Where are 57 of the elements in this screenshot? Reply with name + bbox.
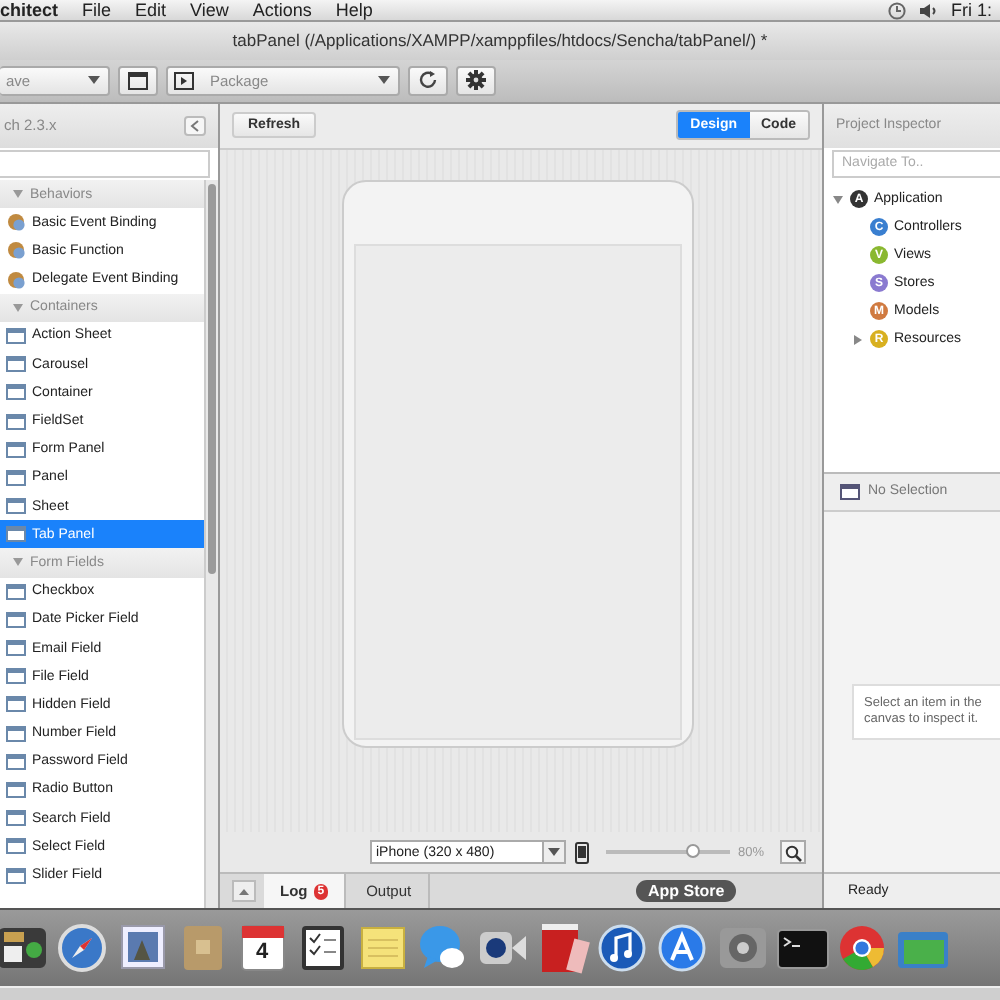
widget-icon bbox=[6, 439, 26, 460]
calendar-icon[interactable]: 4 bbox=[235, 920, 289, 977]
window-icon bbox=[128, 71, 148, 90]
disclosure-triangle-icon bbox=[12, 556, 24, 569]
clock-text: Fri 1: bbox=[950, 0, 992, 20]
slider-thumb[interactable] bbox=[686, 844, 701, 859]
widget-icon bbox=[6, 723, 26, 744]
zoom-slider[interactable] bbox=[606, 850, 730, 855]
menu-item[interactable]: Help bbox=[335, 0, 373, 20]
zoom-fit-button[interactable] bbox=[780, 840, 807, 865]
tooltip: App Store bbox=[636, 880, 737, 903]
magnifier-icon bbox=[784, 843, 803, 862]
refresh-icon bbox=[418, 70, 438, 91]
widget-icon bbox=[6, 666, 26, 687]
widget-icon bbox=[6, 524, 26, 545]
window-title: tabPanel (/Applications/XAMPP/xamppfiles/htdocs/Sencha/tabPanel/) * bbox=[232, 30, 768, 51]
widget-icon bbox=[6, 382, 26, 403]
caret-icon bbox=[376, 72, 392, 89]
widget-icon bbox=[6, 354, 26, 375]
search-field[interactable] bbox=[0, 149, 210, 178]
menu-item[interactable]: View bbox=[190, 0, 229, 20]
disclosure-triangle-icon bbox=[12, 188, 24, 201]
widget-icon bbox=[6, 836, 26, 857]
menu-item[interactable]: Edit bbox=[135, 0, 167, 20]
widget-icon bbox=[6, 751, 26, 772]
widget-icon bbox=[6, 325, 26, 346]
app-menu[interactable]: chitect bbox=[0, 0, 59, 20]
chevron-left-icon bbox=[190, 119, 200, 132]
widget-icon bbox=[6, 496, 26, 517]
caret-icon bbox=[546, 844, 562, 861]
menu-item[interactable]: File bbox=[82, 0, 112, 20]
caret-up-icon bbox=[238, 887, 250, 896]
play-box-icon bbox=[174, 71, 194, 90]
widget-icon bbox=[6, 467, 26, 488]
disclosure-triangle-icon bbox=[12, 301, 24, 314]
widget-icon bbox=[6, 779, 26, 800]
expand-button[interactable] bbox=[232, 880, 256, 903]
settings-button[interactable] bbox=[456, 65, 496, 96]
widget-icon bbox=[6, 808, 26, 829]
refresh-button[interactable] bbox=[408, 65, 448, 96]
collapse-button[interactable] bbox=[184, 115, 206, 136]
widget-icon bbox=[6, 694, 26, 715]
window-button[interactable] bbox=[118, 65, 158, 96]
clock-icon[interactable] bbox=[888, 1, 907, 19]
widget-icon bbox=[6, 581, 26, 602]
widget-icon bbox=[6, 609, 26, 630]
settings-icon bbox=[466, 70, 486, 91]
panel-icon bbox=[840, 483, 860, 500]
widget-icon bbox=[6, 638, 26, 659]
menu-item[interactable]: Actions bbox=[252, 0, 312, 20]
speaker-icon[interactable] bbox=[918, 1, 939, 19]
music-note-icon[interactable] bbox=[595, 920, 649, 977]
letter-a-icon[interactable] bbox=[655, 920, 709, 977]
caret-icon bbox=[86, 72, 102, 89]
widget-icon bbox=[6, 865, 26, 886]
phone-icon[interactable] bbox=[574, 841, 592, 864]
widget-icon bbox=[6, 411, 26, 432]
